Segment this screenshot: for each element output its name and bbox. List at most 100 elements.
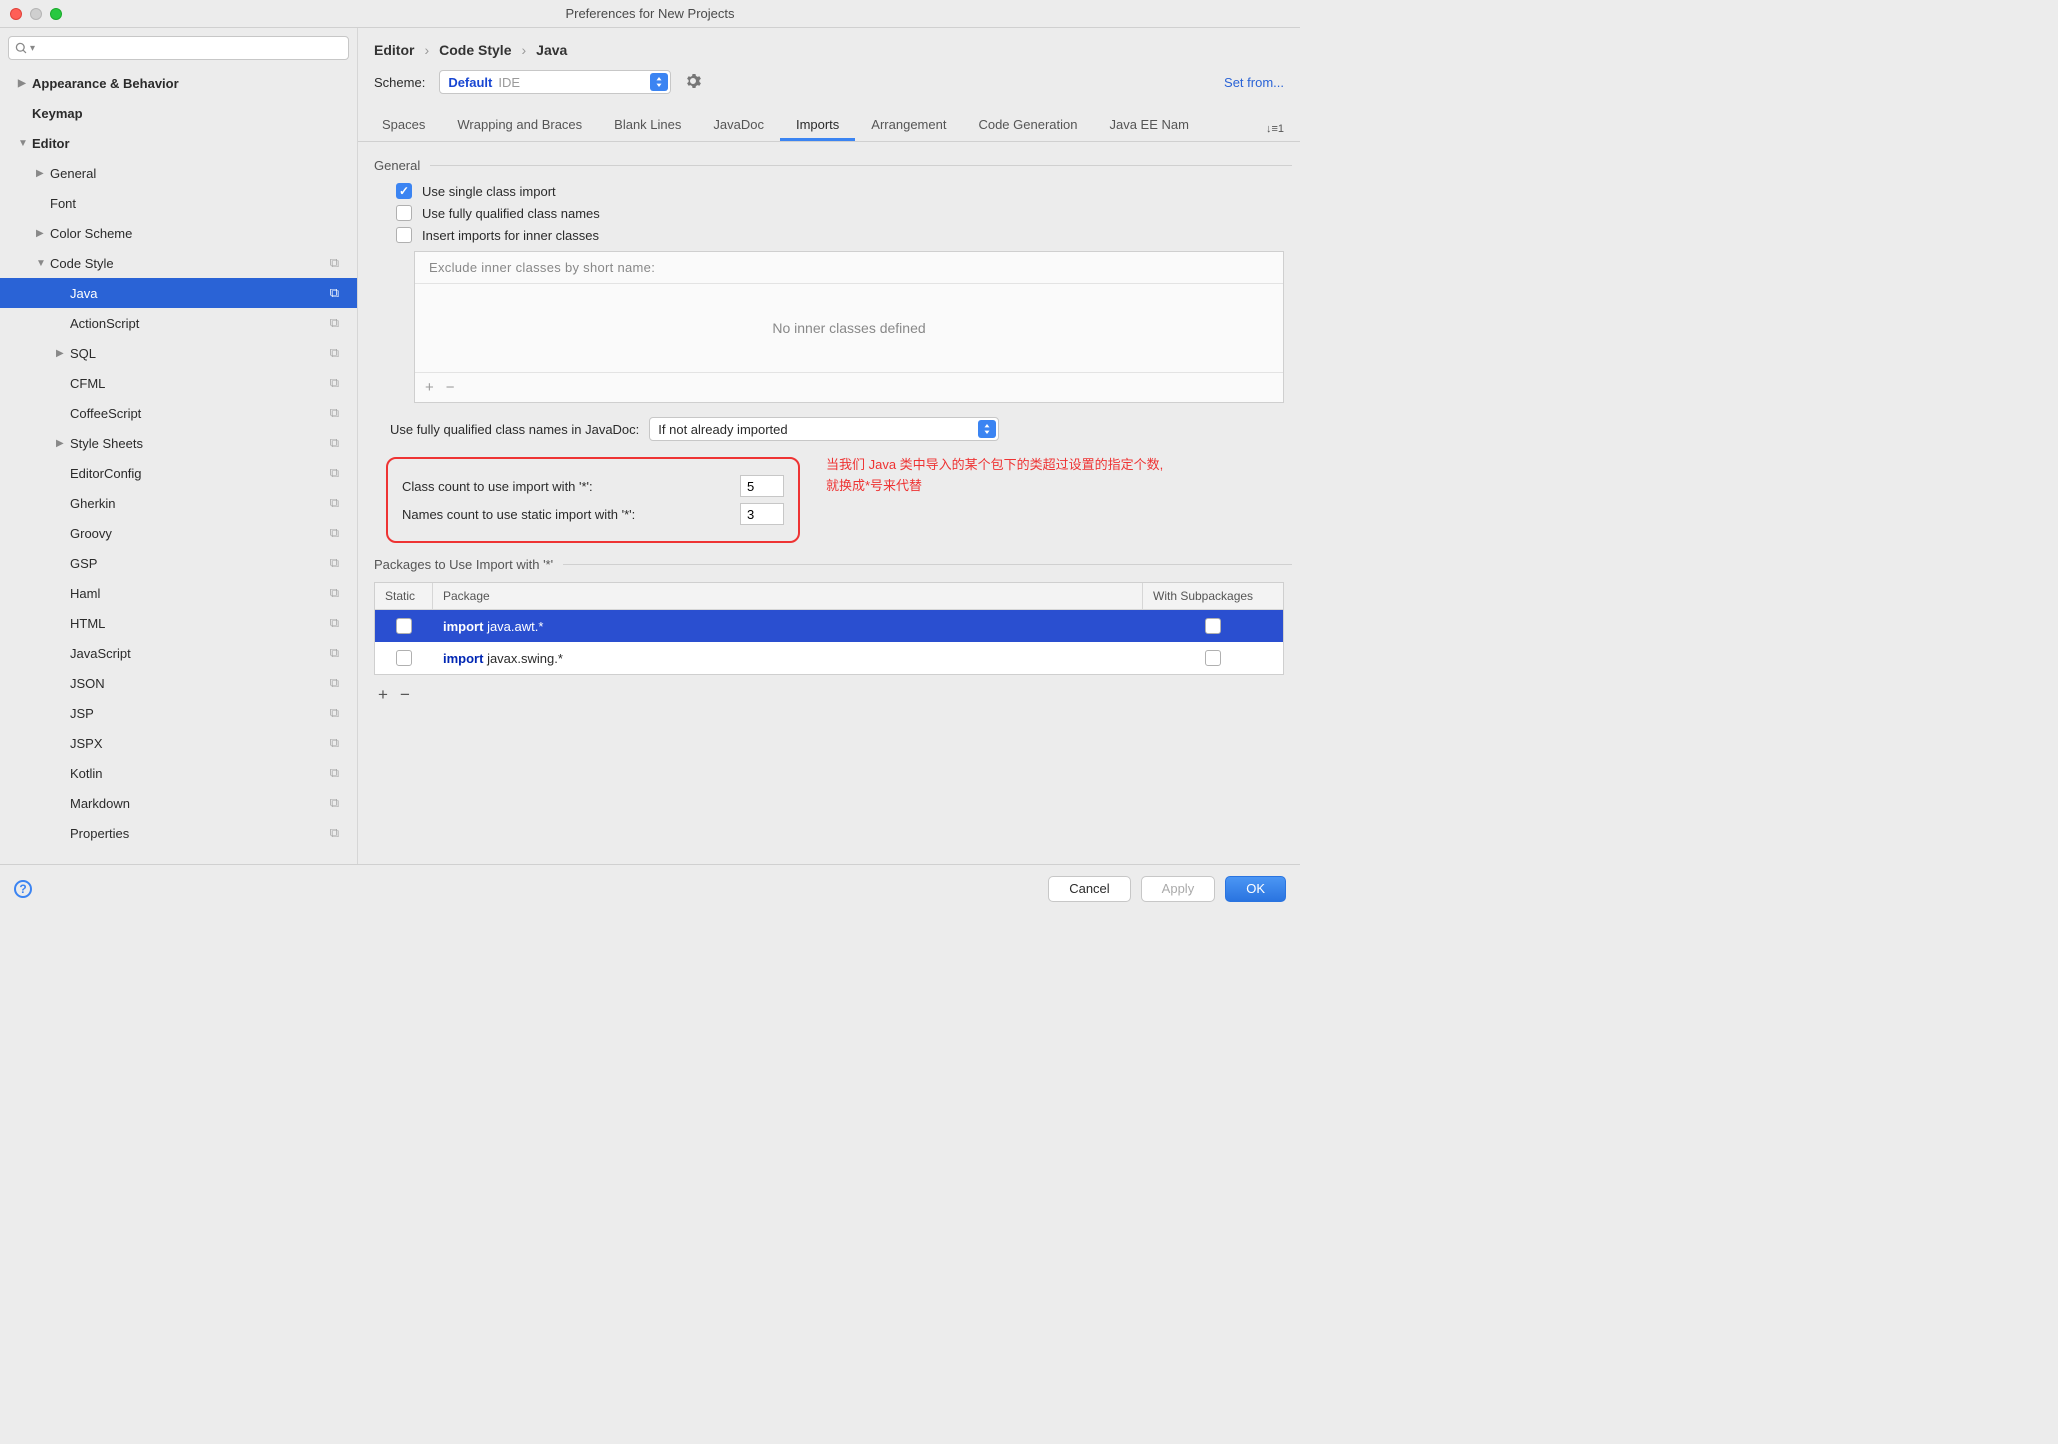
sidebar-item-color-scheme[interactable]: ▶Color Scheme — [0, 218, 357, 248]
copy-icon: ⧉ — [330, 255, 339, 271]
package-cell: import java.awt.* — [433, 619, 1143, 634]
copy-icon: ⧉ — [330, 375, 339, 391]
fq-select[interactable]: If not already imported — [649, 417, 999, 441]
sidebar-item-label: Gherkin — [70, 496, 116, 511]
sidebar-item-label: Markdown — [70, 796, 130, 811]
sidebar-item-markdown[interactable]: Markdown⧉ — [0, 788, 357, 818]
remove-icon[interactable]: − — [400, 685, 410, 705]
sidebar-item-label: Kotlin — [70, 766, 103, 781]
breadcrumb-codestyle[interactable]: Code Style — [439, 42, 511, 58]
sidebar-item-style-sheets[interactable]: ▶Style Sheets⧉ — [0, 428, 357, 458]
checkbox-static[interactable] — [396, 618, 412, 634]
sidebar-item-coffeescript[interactable]: CoffeeScript⧉ — [0, 398, 357, 428]
sidebar-item-label: General — [50, 166, 96, 181]
checkbox-inner-imports[interactable] — [396, 227, 412, 243]
sidebar-item-code-style[interactable]: ▼Code Style⧉ — [0, 248, 357, 278]
ok-button[interactable]: OK — [1225, 876, 1286, 902]
window-title: Preferences for New Projects — [0, 6, 1300, 21]
sidebar-item-label: Properties — [70, 826, 129, 841]
sidebar-item-keymap[interactable]: Keymap — [0, 98, 357, 128]
gear-icon[interactable] — [685, 73, 701, 92]
sidebar-item-gsp[interactable]: GSP ⧉ — [0, 548, 357, 578]
sidebar-item-jsp[interactable]: JSP⧉ — [0, 698, 357, 728]
sidebar-item-html[interactable]: HTML⧉ — [0, 608, 357, 638]
sidebar-item-javascript[interactable]: JavaScript⧉ — [0, 638, 357, 668]
search-input[interactable]: ▾ — [8, 36, 349, 60]
sidebar-item-general[interactable]: ▶General — [0, 158, 357, 188]
sidebar-item-editor[interactable]: ▼Editor — [0, 128, 357, 158]
packages-table: Static Package With Subpackages import j… — [374, 582, 1284, 675]
sidebar-item-actionscript[interactable]: ActionScript⧉ — [0, 308, 357, 338]
sidebar-item-label: Code Style — [50, 256, 114, 271]
section-general: General — [374, 158, 420, 173]
checkbox-subpackages[interactable] — [1205, 650, 1221, 666]
sidebar-item-label: Style Sheets — [70, 436, 143, 451]
section-packages: Packages to Use Import with '*' — [374, 557, 553, 572]
breadcrumb-java: Java — [536, 42, 567, 58]
tab-javadoc[interactable]: JavaDoc — [697, 109, 780, 141]
remove-icon[interactable]: − — [446, 379, 455, 396]
sidebar-item-json[interactable]: JSON⧉ — [0, 668, 357, 698]
sidebar-item-properties[interactable]: Properties ⧉ — [0, 818, 357, 848]
tab-blank-lines[interactable]: Blank Lines — [598, 109, 697, 141]
copy-icon: ⧉ — [330, 495, 339, 511]
table-row[interactable]: import javax.swing.* — [375, 642, 1283, 674]
fq-label: Use fully qualified class names in JavaD… — [390, 422, 639, 437]
table-row[interactable]: import java.awt.* — [375, 610, 1283, 642]
checkbox-single-class-import[interactable] — [396, 183, 412, 199]
tabs-overflow-icon[interactable]: ↓≡1 — [1258, 117, 1292, 141]
tab-wrapping-and-braces[interactable]: Wrapping and Braces — [441, 109, 598, 141]
sidebar: ▾ ▶Appearance & Behavior Keymap ▼Editor▶Ge… — [0, 28, 358, 864]
names-count-input[interactable] — [740, 503, 784, 525]
settings-tree: ▶Appearance & Behavior Keymap ▼Editor▶Gene… — [0, 68, 357, 864]
copy-icon: ⧉ — [330, 675, 339, 691]
sidebar-item-appearance-behavior[interactable]: ▶Appearance & Behavior — [0, 68, 357, 98]
tab-java-ee-nam[interactable]: Java EE Nam — [1093, 109, 1204, 141]
class-count-input[interactable] — [740, 475, 784, 497]
copy-icon: ⧉ — [330, 405, 339, 421]
checkbox-static[interactable] — [396, 650, 412, 666]
add-icon[interactable]: + — [378, 685, 388, 705]
tab-imports[interactable]: Imports — [780, 109, 855, 141]
copy-icon: ⧉ — [330, 555, 339, 571]
copy-icon: ⧉ — [330, 825, 339, 841]
col-subpackages[interactable]: With Subpackages — [1143, 583, 1283, 609]
col-static[interactable]: Static — [375, 583, 433, 609]
apply-button[interactable]: Apply — [1141, 876, 1216, 902]
copy-icon: ⧉ — [330, 765, 339, 781]
sidebar-item-label: GSP — [70, 556, 97, 571]
copy-icon: ⧉ — [330, 735, 339, 751]
sidebar-item-label: Appearance & Behavior — [32, 76, 179, 91]
sidebar-item-editorconfig[interactable]: EditorConfig⧉ — [0, 458, 357, 488]
tab-spaces[interactable]: Spaces — [366, 109, 441, 141]
cancel-button[interactable]: Cancel — [1048, 876, 1130, 902]
sidebar-item-label: Haml — [70, 586, 100, 601]
chevron-down-icon: ▾ — [30, 43, 35, 54]
titlebar: Preferences for New Projects — [0, 0, 1300, 28]
sidebar-item-label: Editor — [32, 136, 70, 151]
sidebar-item-groovy[interactable]: Groovy⧉ — [0, 518, 357, 548]
sidebar-item-jspx[interactable]: JSPX⧉ — [0, 728, 357, 758]
set-from-link[interactable]: Set from... — [1224, 75, 1284, 90]
checkbox-fully-qualified[interactable] — [396, 205, 412, 221]
sidebar-item-cfml[interactable]: CFML⧉ — [0, 368, 357, 398]
copy-icon: ⧉ — [330, 645, 339, 661]
tab-arrangement[interactable]: Arrangement — [855, 109, 962, 141]
scheme-select[interactable]: Default IDE — [439, 70, 671, 94]
sidebar-item-label: Keymap — [32, 106, 83, 121]
add-icon[interactable]: + — [425, 379, 434, 396]
sidebar-item-gherkin[interactable]: Gherkin ⧉ — [0, 488, 357, 518]
sidebar-item-java[interactable]: Java⧉ — [0, 278, 357, 308]
sidebar-item-font[interactable]: Font — [0, 188, 357, 218]
tabs: SpacesWrapping and BracesBlank LinesJava… — [358, 108, 1300, 142]
sidebar-item-kotlin[interactable]: Kotlin ⧉ — [0, 758, 357, 788]
copy-icon: ⧉ — [330, 435, 339, 451]
breadcrumb-editor[interactable]: Editor — [374, 42, 414, 58]
tab-code-generation[interactable]: Code Generation — [962, 109, 1093, 141]
checkbox-subpackages[interactable] — [1205, 618, 1221, 634]
col-package[interactable]: Package — [433, 583, 1143, 609]
sidebar-item-haml[interactable]: Haml⧉ — [0, 578, 357, 608]
sidebar-item-label: ActionScript — [70, 316, 139, 331]
help-icon[interactable]: ? — [14, 880, 32, 898]
sidebar-item-sql[interactable]: ▶SQL⧉ — [0, 338, 357, 368]
